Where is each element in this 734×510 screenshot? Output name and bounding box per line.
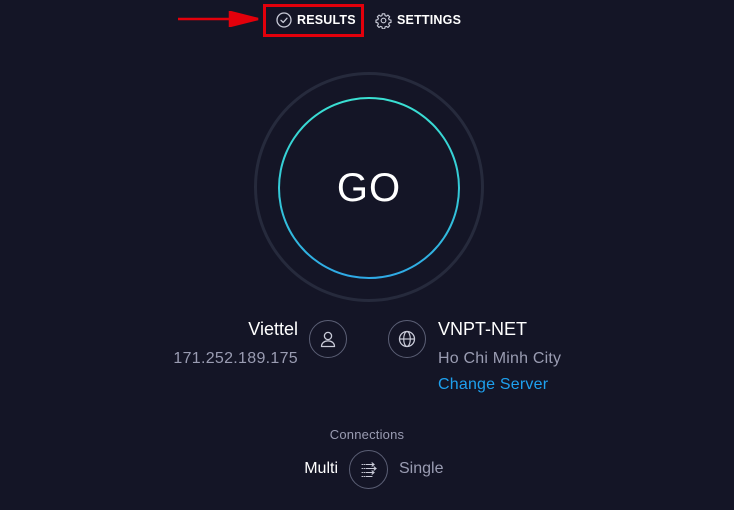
speedtest-page: RESULTS SETTINGS GO Viettel 171.252.189.…: [0, 0, 734, 510]
settings-label: SETTINGS: [397, 13, 462, 27]
user-icon: [320, 331, 336, 348]
change-server-link[interactable]: Change Server: [438, 376, 548, 394]
globe-icon: [398, 330, 416, 348]
check-circle-icon: [276, 12, 292, 28]
connections-toggle-icon: [360, 461, 377, 477]
go-button[interactable]: GO: [278, 97, 460, 279]
connections-multi-option[interactable]: Multi: [304, 460, 338, 478]
isp-name: Viettel: [248, 319, 298, 339]
annotation-arrow-icon: [178, 11, 259, 27]
server-location: Ho Chi Minh City: [438, 350, 562, 367]
go-button-inner: GO: [280, 99, 458, 277]
globe-icon-circle: [388, 320, 426, 358]
connections-title: Connections: [329, 427, 405, 442]
results-nav-link[interactable]: RESULTS: [276, 11, 356, 29]
results-label: RESULTS: [297, 13, 356, 27]
isp-ip-address: 171.252.189.175: [173, 350, 298, 367]
gear-icon: [375, 12, 392, 29]
server-name: VNPT-NET: [438, 319, 528, 339]
user-icon-circle: [309, 320, 347, 358]
go-label: GO: [336, 165, 402, 210]
connections-toggle[interactable]: [349, 450, 388, 489]
settings-nav-link[interactable]: SETTINGS: [375, 11, 461, 29]
connections-single-option[interactable]: Single: [399, 460, 443, 478]
